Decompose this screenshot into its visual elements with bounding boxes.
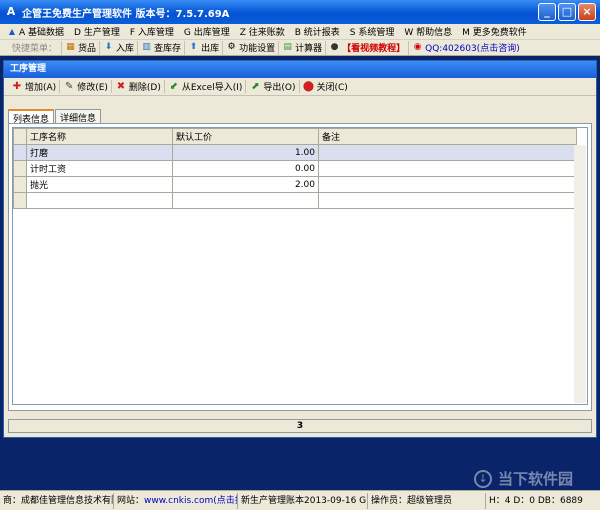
- play-icon: ●: [330, 42, 339, 52]
- cell-name[interactable]: 计时工资: [26, 160, 173, 177]
- minimize-button[interactable]: _: [538, 3, 556, 21]
- arrow-down-icon: ⬇: [104, 42, 113, 52]
- status-operator: 操作员：超级管理员: [368, 492, 486, 509]
- quick-inventory[interactable]: ▥ 查库存: [137, 40, 184, 55]
- vertical-scrollbar[interactable]: [574, 145, 586, 403]
- close-circle-icon: ⬤: [302, 80, 315, 92]
- title-bar: A 企管王免费生产管理软件 版本号：7.5.7.69A _ □ ×: [0, 0, 600, 24]
- quick-settings[interactable]: ⚙ 功能设置: [222, 40, 278, 55]
- menu-basic-data[interactable]: ▲ A 基础数据: [2, 24, 69, 40]
- row-header[interactable]: [13, 144, 27, 161]
- goods-icon: ▦: [66, 42, 75, 52]
- delete-button[interactable]: ✖ 删除(D): [110, 80, 164, 93]
- menu-more-software[interactable]: M 更多免费软件: [457, 24, 532, 40]
- child-toolbar: ✚ 增加(A) ✎ 修改(E) ✖ 删除(D) ⬋ 从Excel导入(I) ⬈ 导出(O)…: [4, 78, 596, 96]
- menu-bar: ▲ A 基础数据 D 生产管理 F 入库管理 G 出库管理 Z 往来账款 B 统计…: [0, 24, 600, 40]
- export-icon: ⬈: [251, 80, 260, 92]
- menu-stock-out[interactable]: G 出库管理: [179, 24, 235, 40]
- status-bar: 商：成都佳管理信息技术有限 网站：www.cnkis.com(点击打 新生产管理…: [0, 490, 600, 510]
- quick-calculator[interactable]: ▤ 计算器: [278, 40, 325, 55]
- quick-stock-out[interactable]: ⬆ 出库: [184, 40, 222, 55]
- column-header-name[interactable]: 工序名称: [26, 128, 173, 145]
- cell-price[interactable]: [172, 192, 319, 209]
- status-db: H：4 D：0 DB：6889: [489, 495, 583, 506]
- row-header[interactable]: [13, 176, 27, 193]
- quick-stock-in[interactable]: ⬇ 入库: [99, 40, 137, 55]
- cell-price[interactable]: 2.00: [172, 176, 319, 193]
- status-website[interactable]: 网站：www.cnkis.com(点击打: [114, 492, 238, 509]
- basic-data-icon: ▲: [8, 26, 16, 36]
- menu-accounts[interactable]: Z 往来账款: [235, 24, 290, 40]
- cell-price[interactable]: 1.00: [172, 144, 319, 161]
- quick-video-tutorial[interactable]: ● 【看视频教程】: [325, 40, 408, 55]
- menu-production[interactable]: D 生产管理: [69, 24, 125, 40]
- chart-icon: ▥: [142, 42, 151, 52]
- row-header-corner: [13, 128, 27, 145]
- process-grid: 工序名称 默认工价 备注 打磨 1.00 计时工资 0.00 抛光 2.00: [12, 127, 588, 405]
- status-account: 新生产管理账本2013-09-16 G: [238, 492, 368, 509]
- quick-goods[interactable]: ▦ 货品: [61, 40, 99, 55]
- menu-reports[interactable]: B 统计报表: [290, 24, 345, 40]
- watermark: ↓ 当下软件园: [474, 468, 573, 489]
- record-count: 3: [8, 419, 592, 433]
- cell-name[interactable]: 抛光: [26, 176, 173, 193]
- column-header-price[interactable]: 默认工价: [172, 128, 319, 145]
- table-row[interactable]: 打磨 1.00: [13, 144, 577, 161]
- import-icon: ⬋: [169, 80, 179, 92]
- window-title: 企管王免费生产管理软件 版本号：7.5.7.69A: [22, 8, 230, 20]
- settings-icon: ⚙: [227, 42, 236, 52]
- quick-qq[interactable]: ◉ QQ:402603(点击咨询): [408, 40, 523, 55]
- delete-icon: ✖: [116, 80, 126, 92]
- website-link[interactable]: www.cnkis.com: [144, 496, 213, 506]
- cell-note[interactable]: [318, 160, 577, 177]
- close-window-button[interactable]: ⬤ 关闭(C): [298, 80, 351, 93]
- child-window-title: 工序管理: [4, 61, 596, 78]
- menu-help[interactable]: W 帮助信息: [399, 24, 457, 40]
- row-header[interactable]: [13, 192, 27, 209]
- menu-system[interactable]: S 系统管理: [345, 24, 400, 40]
- table-row-empty[interactable]: [13, 192, 577, 209]
- add-icon: ✚: [12, 80, 22, 92]
- qq-icon: ◉: [413, 42, 422, 52]
- maximize-button[interactable]: □: [558, 3, 576, 21]
- row-header[interactable]: [13, 160, 27, 177]
- table-row[interactable]: 计时工资 0.00: [13, 160, 577, 177]
- cell-price[interactable]: 0.00: [172, 160, 319, 177]
- arrow-up-icon: ⬆: [189, 42, 198, 52]
- calculator-icon: ▤: [283, 42, 292, 52]
- watermark-text: 当下软件园: [498, 470, 574, 488]
- import-excel-button[interactable]: ⬋ 从Excel导入(I): [163, 80, 246, 93]
- quickbar-label: 快捷菜单：: [12, 44, 58, 54]
- edit-icon: ✎: [64, 80, 74, 92]
- quick-toolbar: 快捷菜单： ▦ 货品 ⬇ 入库 ▥ 查库存 ⬆ 出库 ⚙ 功能设置 ▤ 计算器 ● 【看视频教…: [0, 40, 600, 56]
- add-button[interactable]: ✚ 增加(A): [8, 80, 59, 94]
- edit-button[interactable]: ✎ 修改(E): [59, 80, 111, 93]
- menu-stock-in[interactable]: F 入库管理: [125, 24, 179, 40]
- cell-name[interactable]: 打磨: [26, 144, 173, 161]
- status-company: 商：成都佳管理信息技术有限: [0, 492, 114, 509]
- window-controls: _ □ ×: [538, 3, 596, 21]
- tab-panel: 工序名称 默认工价 备注 打磨 1.00 计时工资 0.00 抛光 2.00: [8, 123, 592, 411]
- app-icon: A: [6, 5, 16, 18]
- download-icon: ↓: [474, 469, 492, 488]
- process-management-window: 工序管理 ✚ 增加(A) ✎ 修改(E) ✖ 删除(D) ⬋ 从Excel导入(I) ⬈…: [3, 60, 597, 438]
- cell-note[interactable]: [318, 192, 577, 209]
- export-button[interactable]: ⬈ 导出(O): [245, 80, 298, 93]
- cell-note[interactable]: [318, 176, 577, 193]
- table-row[interactable]: 抛光 2.00: [13, 176, 577, 193]
- cell-note[interactable]: [318, 144, 577, 161]
- grid-header-row: 工序名称 默认工价 备注: [13, 128, 577, 145]
- close-button[interactable]: ×: [578, 3, 596, 21]
- column-header-note[interactable]: 备注: [318, 128, 577, 145]
- cell-name[interactable]: [26, 192, 173, 209]
